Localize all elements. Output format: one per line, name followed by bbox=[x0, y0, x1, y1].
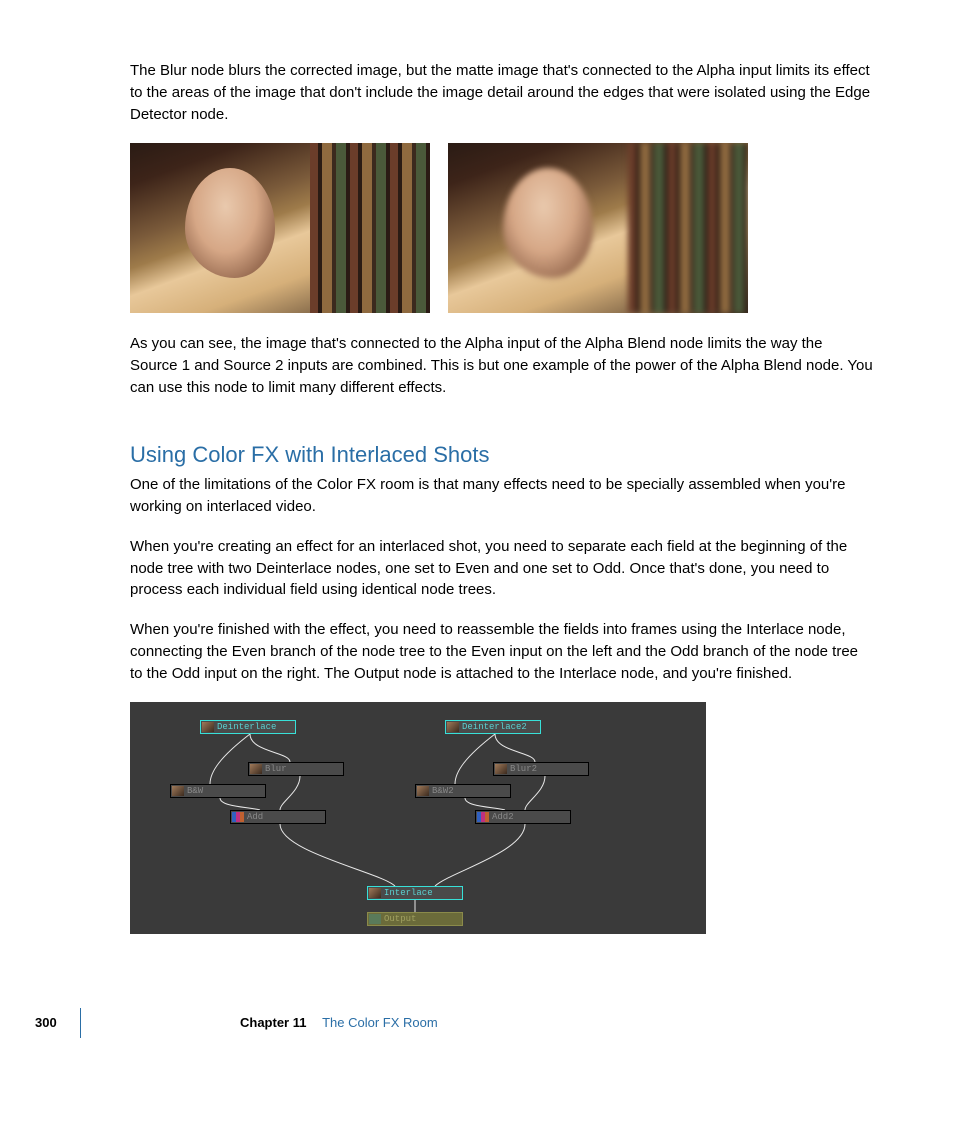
example-image-original bbox=[130, 143, 430, 313]
node-blur2: Blur2 bbox=[493, 762, 589, 776]
node-bw2: B&W2 bbox=[415, 784, 511, 798]
paragraph-blur-node: The Blur node blurs the corrected image,… bbox=[130, 60, 874, 125]
node-graph-figure: Deinterlace Blur B&W Add Deinterlace2 Bl… bbox=[130, 702, 706, 934]
node-interlace: Interlace bbox=[367, 886, 463, 900]
page-footer: 300 Chapter 11 The Color FX Room bbox=[0, 1014, 954, 1054]
image-pair bbox=[130, 143, 874, 313]
chapter-title: The Color FX Room bbox=[322, 1015, 438, 1030]
example-image-blurred bbox=[448, 143, 748, 313]
node-blur: Blur bbox=[248, 762, 344, 776]
node-add: Add bbox=[230, 810, 326, 824]
paragraph-deinterlace: When you're creating an effect for an in… bbox=[130, 536, 874, 601]
footer-divider bbox=[80, 1008, 81, 1038]
node-deinterlace: Deinterlace bbox=[200, 720, 296, 734]
node-output: Output bbox=[367, 912, 463, 926]
paragraph-limitation: One of the limitations of the Color FX r… bbox=[130, 474, 874, 518]
chapter-label: Chapter 11 bbox=[240, 1015, 306, 1030]
paragraph-alpha-blend: As you can see, the image that's connect… bbox=[130, 333, 874, 398]
section-heading: Using Color FX with Interlaced Shots bbox=[130, 439, 874, 471]
page-number: 300 bbox=[35, 1014, 57, 1033]
page-content: The Blur node blurs the corrected image,… bbox=[0, 0, 954, 1004]
paragraph-interlace: When you're finished with the effect, yo… bbox=[130, 619, 874, 684]
node-deinterlace2: Deinterlace2 bbox=[445, 720, 541, 734]
node-add2: Add2 bbox=[475, 810, 571, 824]
chapter-reference: Chapter 11 The Color FX Room bbox=[240, 1014, 438, 1033]
node-bw: B&W bbox=[170, 784, 266, 798]
